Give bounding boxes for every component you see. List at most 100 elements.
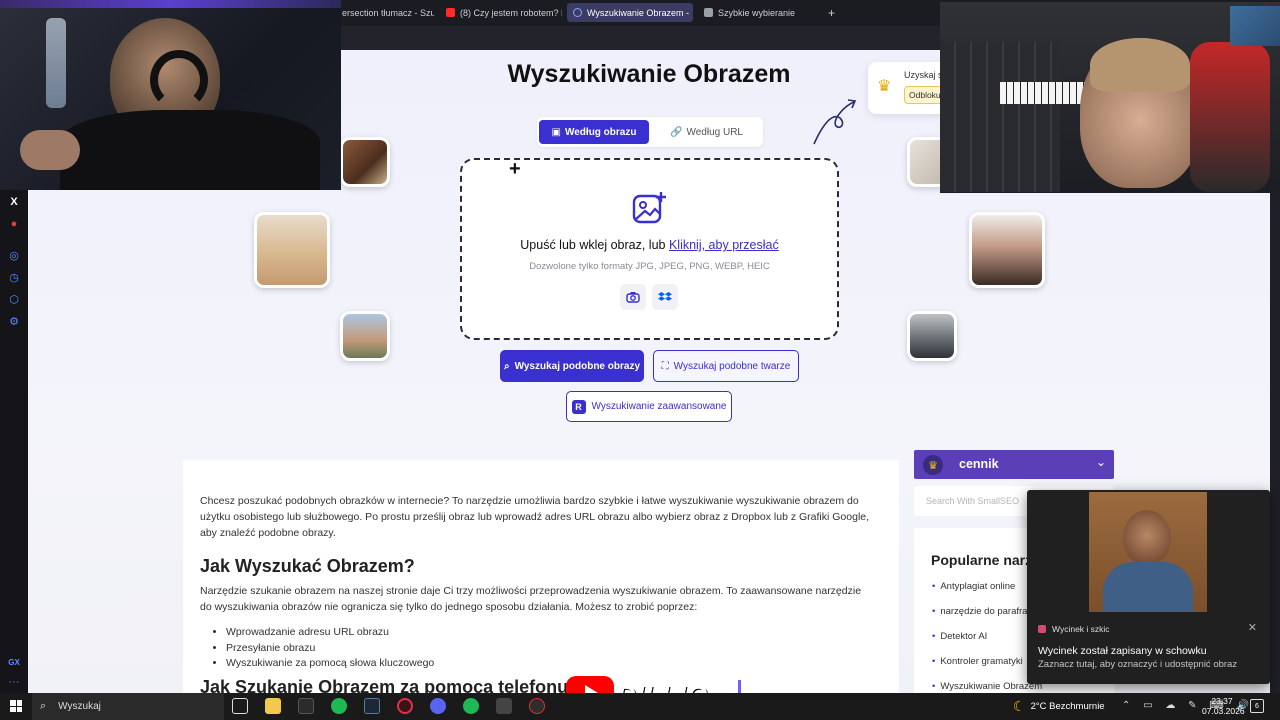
x-icon[interactable]: X bbox=[7, 195, 21, 209]
spotify-alt-icon[interactable] bbox=[463, 698, 479, 714]
article-list: Wprowadzanie adresu URL obrazu Przesyłan… bbox=[226, 625, 434, 672]
search-mode-toggle: ▣ Według obrazu 🔗 Według URL bbox=[537, 117, 763, 147]
wall-panel bbox=[940, 42, 1060, 192]
speedtest-icon[interactable] bbox=[529, 698, 545, 714]
image-dropzone[interactable]: Upuść lub wklej obraz, lub Kliknij, aby … bbox=[460, 158, 839, 340]
list-item: Przesyłanie obrazu bbox=[226, 641, 434, 657]
app-icon[interactable] bbox=[496, 698, 512, 714]
article-heading-2: Jak Szukanie Obrazem za pomocą telefonu … bbox=[200, 677, 579, 693]
dropbox-icon bbox=[658, 292, 672, 301]
hands bbox=[20, 130, 80, 170]
webcam-overlay-left bbox=[0, 0, 341, 190]
browser-tab-speed-dial[interactable]: Szybkie wybieranie bbox=[698, 3, 798, 22]
notification-subtitle: Zaznacz tutaj, aby oznaczyć i udostępnić… bbox=[1038, 659, 1238, 670]
dropbox-button[interactable] bbox=[652, 284, 678, 310]
clock[interactable]: 23:37 07.03.2026 bbox=[1202, 696, 1245, 716]
dropzone-instructions: Upuść lub wklej obraz, lub Kliknij, aby … bbox=[520, 238, 779, 252]
extensions-icon[interactable]: ⬡ bbox=[7, 292, 21, 306]
crown-icon: ♛ bbox=[877, 78, 892, 95]
moon-icon: ☾ bbox=[1013, 698, 1026, 714]
browser-tab-youtube[interactable]: (8) Czy jestem robotem? N bbox=[440, 3, 562, 22]
discord-icon[interactable] bbox=[430, 698, 446, 714]
crown-icon: ♛ bbox=[923, 455, 943, 475]
chevron-down-icon: ⌄ bbox=[1095, 455, 1106, 469]
list-item: Wprowadzanie adresu URL obrazu bbox=[226, 625, 434, 641]
tab-by-url[interactable]: 🔗 Według URL bbox=[654, 120, 759, 144]
add-image-icon bbox=[632, 192, 666, 224]
settings-icon[interactable]: ⚙ bbox=[7, 314, 21, 328]
browser-sidebar: X ● ◎ ◷ ⬡ ⚙ GX ··· bbox=[0, 190, 28, 693]
upgrade-card[interactable]: ♛ Uzyskaj s Odblokuj bbox=[868, 62, 948, 114]
tradingview-icon[interactable] bbox=[298, 698, 314, 714]
search-similar-faces-button[interactable]: ⛶ Wyszukaj podobne twarze bbox=[653, 350, 799, 382]
notification-app: Wycinek i szkic bbox=[1038, 624, 1110, 634]
food-thumbnail bbox=[340, 137, 390, 187]
steam-icon[interactable] bbox=[364, 698, 380, 714]
search-similar-images-button[interactable]: ⌕ Wyszukaj podobne obrazy bbox=[500, 350, 644, 382]
taskbar-search[interactable]: ⌕ Wyszukaj bbox=[32, 693, 224, 720]
allowed-formats: Dozwolone tylko formaty JPG, JPEG, PNG, … bbox=[529, 261, 770, 272]
opera-gx-icon[interactable] bbox=[397, 698, 413, 714]
popular-tool-link[interactable]: narzędzie do parafraz bbox=[932, 606, 1042, 631]
close-icon[interactable]: ✕ bbox=[1248, 621, 1257, 634]
list-item: Wyszukiwanie za pomocą słowa kluczowego bbox=[226, 656, 434, 672]
grid-icon bbox=[704, 8, 713, 17]
notification-preview-image bbox=[1089, 492, 1207, 612]
camera-button[interactable] bbox=[620, 284, 646, 310]
advanced-search-button[interactable]: R Wyszukiwanie zaawansowane bbox=[566, 391, 732, 422]
face-scan-icon: ⛶ bbox=[661, 360, 669, 372]
car-thumbnail bbox=[907, 311, 957, 361]
popular-tools-title: Popularne narz bbox=[931, 552, 1033, 568]
gx-icon[interactable]: GX bbox=[7, 655, 21, 669]
article-content: Chcesz poszukać podobnych obrazków w int… bbox=[183, 460, 899, 693]
more-icon[interactable]: ··· bbox=[7, 675, 21, 689]
article-paragraph: Narzędzie szukanie obrazem na naszej str… bbox=[200, 585, 862, 613]
snipping-tool-icon bbox=[1038, 625, 1046, 633]
link-icon: 🔗 bbox=[670, 126, 683, 138]
weather-widget[interactable]: ☾ 2°C Bezchmurnie bbox=[1013, 698, 1105, 715]
search-icon: ⌕ bbox=[40, 700, 47, 712]
task-view-icon[interactable] bbox=[232, 698, 248, 714]
new-tab-button[interactable]: + bbox=[822, 3, 838, 22]
tab-by-image[interactable]: ▣ Według obrazu bbox=[539, 120, 649, 144]
youtube-icon bbox=[446, 8, 455, 17]
popular-tool-link[interactable]: Detektor AI bbox=[932, 631, 1042, 656]
arrow-doodle-icon bbox=[813, 99, 857, 145]
popular-tool-link[interactable]: Antyplagiat online bbox=[932, 581, 1042, 606]
article-heading: Jak Wyszukać Obrazem? bbox=[200, 556, 415, 576]
browser-tab[interactable]: ersection tłumacz - Szu bbox=[336, 3, 434, 22]
browser-tab-active[interactable]: Wyszukiwanie Obrazem - bbox=[567, 3, 693, 22]
notification-title: Wycinek został zapisany w schowku bbox=[1038, 645, 1207, 657]
person-body bbox=[60, 110, 320, 190]
woman-portrait-thumbnail bbox=[969, 212, 1045, 288]
keyboard bbox=[1000, 82, 1090, 104]
pricing-dropdown[interactable]: ♛ cennik ⌄ bbox=[914, 450, 1114, 479]
spotify-icon[interactable] bbox=[331, 698, 347, 714]
palace-thumbnail bbox=[340, 311, 390, 361]
windows-start-icon[interactable] bbox=[10, 700, 22, 712]
loading-icon bbox=[573, 8, 582, 17]
headphones bbox=[150, 50, 208, 110]
popular-tool-link[interactable]: Wyszukiwanie Obrazem bbox=[932, 681, 1042, 693]
camera-icon bbox=[626, 292, 640, 303]
image-icon: ▣ bbox=[551, 126, 561, 138]
wall-map bbox=[1230, 6, 1280, 46]
brand-logo-icon: R bbox=[571, 399, 586, 414]
file-explorer-icon[interactable] bbox=[265, 698, 281, 714]
windows-taskbar: ⌕ Wyszukaj ☾ 2°C Bezchmurnie ⌃ ▭ ☁ ✎ ⌨ 🔊… bbox=[0, 693, 1280, 720]
upload-link[interactable]: Kliknij, aby przesłać bbox=[669, 238, 779, 252]
player-icon[interactable]: ◎ bbox=[7, 248, 21, 262]
webcam-overlay-right bbox=[940, 2, 1280, 193]
search-icon: ⌕ bbox=[504, 360, 510, 372]
gaming-chair bbox=[1190, 42, 1270, 192]
popular-tool-link[interactable]: Kontroler gramatyki bbox=[932, 656, 1042, 681]
person-hair bbox=[1090, 38, 1190, 92]
snip-notification[interactable]: Wycinek i szkic ✕ Wycinek został zapisan… bbox=[1027, 490, 1270, 684]
blonde-woman-thumbnail bbox=[254, 212, 330, 288]
notification-center-icon[interactable]: 6 bbox=[1250, 699, 1264, 713]
bottle bbox=[46, 18, 66, 108]
crosshair-cursor-icon: + bbox=[509, 158, 521, 180]
article-intro: Chcesz poszukać podobnych obrazków w int… bbox=[200, 495, 870, 539]
opera-icon[interactable]: ● bbox=[7, 217, 21, 231]
history-icon[interactable]: ◷ bbox=[7, 270, 21, 284]
